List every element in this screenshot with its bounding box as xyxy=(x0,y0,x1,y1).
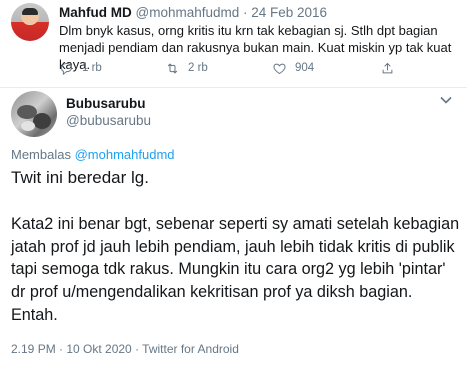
parent-header: Mahfud MD @mohmahfudmd · 24 Feb 2016 xyxy=(59,5,327,20)
tweet-text-line: Twit ini beredar lg. xyxy=(11,168,149,187)
reply-handle-link[interactable]: @mohmahfudmd xyxy=(75,147,175,162)
author-avatar[interactable] xyxy=(11,91,57,137)
retweet-icon xyxy=(167,62,178,74)
tweet-text-paragraph: Kata2 ini benar bgt, sebenar seperti sy … xyxy=(11,215,460,324)
parent-tweet[interactable]: Mahfud MD @mohmahfudmd · 24 Feb 2016 Dlm… xyxy=(0,0,467,88)
parent-avatar[interactable] xyxy=(11,3,49,41)
avatar-shape xyxy=(33,113,51,129)
parent-meta[interactable]: @mohmahfudmd · 24 Feb 2016 xyxy=(136,5,328,20)
reply-icon xyxy=(60,62,73,75)
retweet-count: 2 rb xyxy=(188,62,208,74)
replying-to: Membalas @mohmahfudmd xyxy=(11,147,175,162)
reply-button[interactable]: 1 rb xyxy=(59,60,102,76)
tweet-timestamp[interactable]: 2.19 PM · 10 Okt 2020 · Twitter for Andr… xyxy=(11,342,239,356)
avatar-shape xyxy=(21,121,35,131)
parent-actions: 1 rb 2 rb 904 xyxy=(59,60,454,76)
share-button[interactable] xyxy=(380,60,395,76)
author-name[interactable]: Bubusarubu xyxy=(66,96,146,111)
avatar-hair xyxy=(22,8,38,15)
reply-prefix: Membalas xyxy=(11,147,71,162)
author-handle[interactable]: @bubusarubu xyxy=(66,113,151,128)
like-count: 904 xyxy=(295,62,315,74)
retweet-button[interactable]: 2 rb xyxy=(165,60,208,76)
tweet-author: Bubusarubu @bubusarubu xyxy=(0,88,467,140)
share-icon xyxy=(382,62,393,73)
like-button[interactable]: 904 xyxy=(272,60,314,76)
like-icon xyxy=(273,63,286,74)
chevron-down-icon[interactable] xyxy=(440,96,452,104)
parent-author-name[interactable]: Mahfud MD xyxy=(59,5,132,20)
reply-count: 1 rb xyxy=(82,62,102,74)
